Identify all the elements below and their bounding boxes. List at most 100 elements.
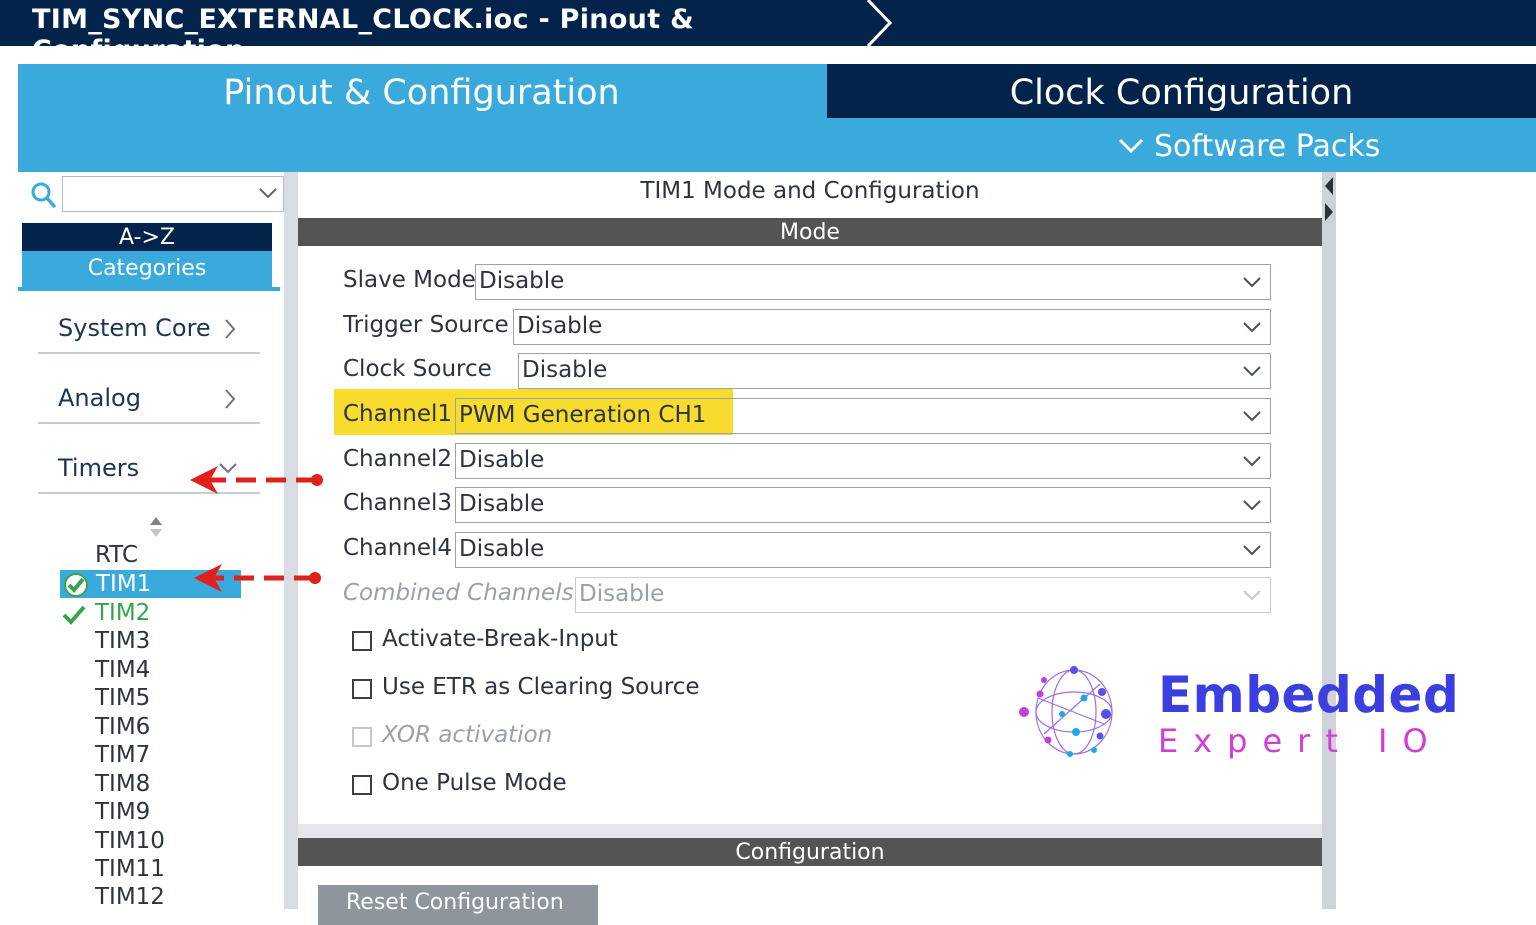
trigger-source-value: Disable: [517, 313, 603, 339]
section-divider: [298, 824, 1322, 838]
check-icon: [64, 573, 88, 597]
chevron-down-icon: [1243, 456, 1261, 467]
channel3-value: Disable: [459, 491, 545, 517]
timer-item-tim11[interactable]: TIM11: [95, 855, 165, 883]
timer-item-label: TIM2: [95, 600, 151, 626]
channel4-select[interactable]: Disable: [455, 532, 1271, 568]
category-analog[interactable]: Analog: [38, 376, 260, 424]
slave-mode-select[interactable]: Disable: [475, 264, 1271, 300]
chevron-down-icon: [1243, 322, 1261, 333]
configuration-section-header: Configuration: [298, 838, 1322, 866]
timer-item-label: TIM3: [95, 628, 151, 654]
timer-item-tim2[interactable]: TIM2: [62, 599, 151, 627]
channel4-label: Channel4: [343, 535, 453, 561]
search-icon[interactable]: [30, 181, 56, 209]
timer-item-tim8[interactable]: TIM8: [95, 770, 150, 798]
software-packs-label: Software Packs: [1154, 128, 1381, 164]
xor-activation-label: XOR activation: [382, 722, 553, 748]
channel1-value: PWM Generation CH1: [459, 402, 707, 428]
channel1-label: Channel1: [343, 401, 453, 427]
use-etr-as-clearing-source-label: Use ETR as Clearing Source: [382, 674, 700, 700]
timer-item-rtc[interactable]: RTC: [95, 541, 138, 569]
timer-item-tim4[interactable]: TIM4: [95, 656, 150, 684]
timer-item-label: TIM1: [96, 571, 152, 597]
timer-item-label: TIM11: [95, 856, 165, 882]
timer-item-label: TIM7: [95, 742, 151, 768]
timer-item-tim5[interactable]: TIM5: [95, 684, 150, 712]
panel-title: TIM1 Mode and Configuration: [640, 178, 980, 204]
one-pulse-mode-checkbox[interactable]: [352, 775, 372, 795]
trigger-source-select[interactable]: Disable: [513, 309, 1271, 345]
activate-break-input-checkbox[interactable]: [352, 631, 372, 651]
channel1-select[interactable]: PWM Generation CH1: [455, 398, 1271, 434]
sort-az-button[interactable]: A->Z: [22, 223, 272, 251]
watermark-subtitle: Expert IO: [1158, 722, 1443, 760]
timer-item-tim10[interactable]: TIM10: [95, 827, 165, 855]
timer-item-label: TIM6: [95, 714, 151, 740]
watermark-title: Embedded: [1158, 666, 1460, 724]
category-system-core[interactable]: System Core: [38, 306, 260, 354]
timer-item-label: TIM9: [95, 799, 151, 825]
tab-pinout-configuration[interactable]: Pinout & Configuration: [18, 64, 825, 118]
breadcrumb[interactable]: TIM_SYNC_EXTERNAL_CLOCK.ioc - Pinout & C…: [0, 0, 895, 66]
slave-mode-value: Disable: [479, 268, 565, 294]
check-icon: [62, 605, 86, 625]
chevron-down-icon: [1243, 500, 1261, 511]
chevron-down-icon[interactable]: [257, 185, 279, 201]
timer-item-label: TIM4: [95, 657, 151, 683]
chevron-down-icon: [1243, 590, 1261, 601]
category-timers[interactable]: Timers: [38, 446, 260, 494]
breadcrumb-chevron-icon: [866, 0, 893, 46]
timer-item-tim6[interactable]: TIM6: [95, 713, 150, 741]
chevron-down-icon: [1243, 411, 1261, 422]
channel4-value: Disable: [459, 536, 545, 562]
combined-channels-select: Disable: [575, 577, 1271, 613]
software-packs-menu[interactable]: Software Packs: [1118, 124, 1380, 168]
one-pulse-mode-label: One Pulse Mode: [382, 770, 567, 796]
title-bar: TIM_SYNC_EXTERNAL_CLOCK.ioc - Pinout & C…: [0, 0, 1536, 66]
timer-item-label: TIM12: [95, 884, 165, 910]
clock-source-label: Clock Source: [343, 356, 492, 382]
chevron-down-icon: [219, 463, 237, 474]
collapse-left-icon[interactable]: [1324, 176, 1334, 196]
expand-right-icon[interactable]: [1324, 202, 1334, 222]
categories-button[interactable]: Categories: [22, 251, 272, 287]
chevron-down-icon: [1243, 545, 1261, 556]
chevron-down-icon: [1118, 138, 1144, 154]
chevron-right-icon: [225, 319, 236, 339]
channel2-select[interactable]: Disable: [455, 443, 1271, 479]
embedded-expert-logo-icon: [1019, 666, 1113, 757]
reset-configuration-button[interactable]: Reset Configuration: [318, 885, 598, 925]
combined-channels-value: Disable: [579, 581, 665, 607]
timer-item-tim12[interactable]: TIM12: [95, 883, 165, 911]
timer-item-tim9[interactable]: TIM9: [95, 798, 150, 826]
clock-source-select[interactable]: Disable: [518, 353, 1271, 389]
timer-item-tim3[interactable]: TIM3: [95, 627, 150, 655]
tab-clock-configuration[interactable]: Clock Configuration: [827, 64, 1536, 118]
sort-toggle-icon[interactable]: [148, 516, 164, 538]
xor-activation-checkbox: [352, 727, 372, 747]
category-label: System Core: [58, 314, 211, 342]
chevron-down-icon: [1243, 366, 1261, 377]
search-input[interactable]: [62, 176, 284, 212]
timer-item-label: TIM10: [95, 828, 165, 854]
window-title: TIM_SYNC_EXTERNAL_CLOCK.ioc - Pinout & C…: [32, 4, 694, 66]
channel3-label: Channel3: [343, 490, 453, 516]
trigger-source-label: Trigger Source: [343, 312, 509, 338]
right-panel-collapse-bar[interactable]: [1322, 172, 1336, 909]
timer-item-label: TIM8: [95, 771, 151, 797]
mode-section-header: Mode: [298, 218, 1322, 246]
category-label: Analog: [58, 384, 141, 412]
channel2-value: Disable: [459, 447, 545, 473]
activate-break-input-label: Activate-Break-Input: [382, 626, 618, 652]
channel3-select[interactable]: Disable: [455, 487, 1271, 523]
timer-item-label: TIM5: [95, 685, 151, 711]
timer-item-tim1[interactable]: TIM1: [60, 570, 241, 598]
use-etr-as-clearing-source-checkbox[interactable]: [352, 679, 372, 699]
categories-underline: [18, 287, 280, 291]
timer-item-tim7[interactable]: TIM7: [95, 741, 150, 769]
category-label: Timers: [58, 454, 140, 482]
left-scrollbar[interactable]: [284, 172, 298, 909]
timer-item-label: RTC: [95, 542, 139, 568]
channel2-label: Channel2: [343, 446, 453, 472]
